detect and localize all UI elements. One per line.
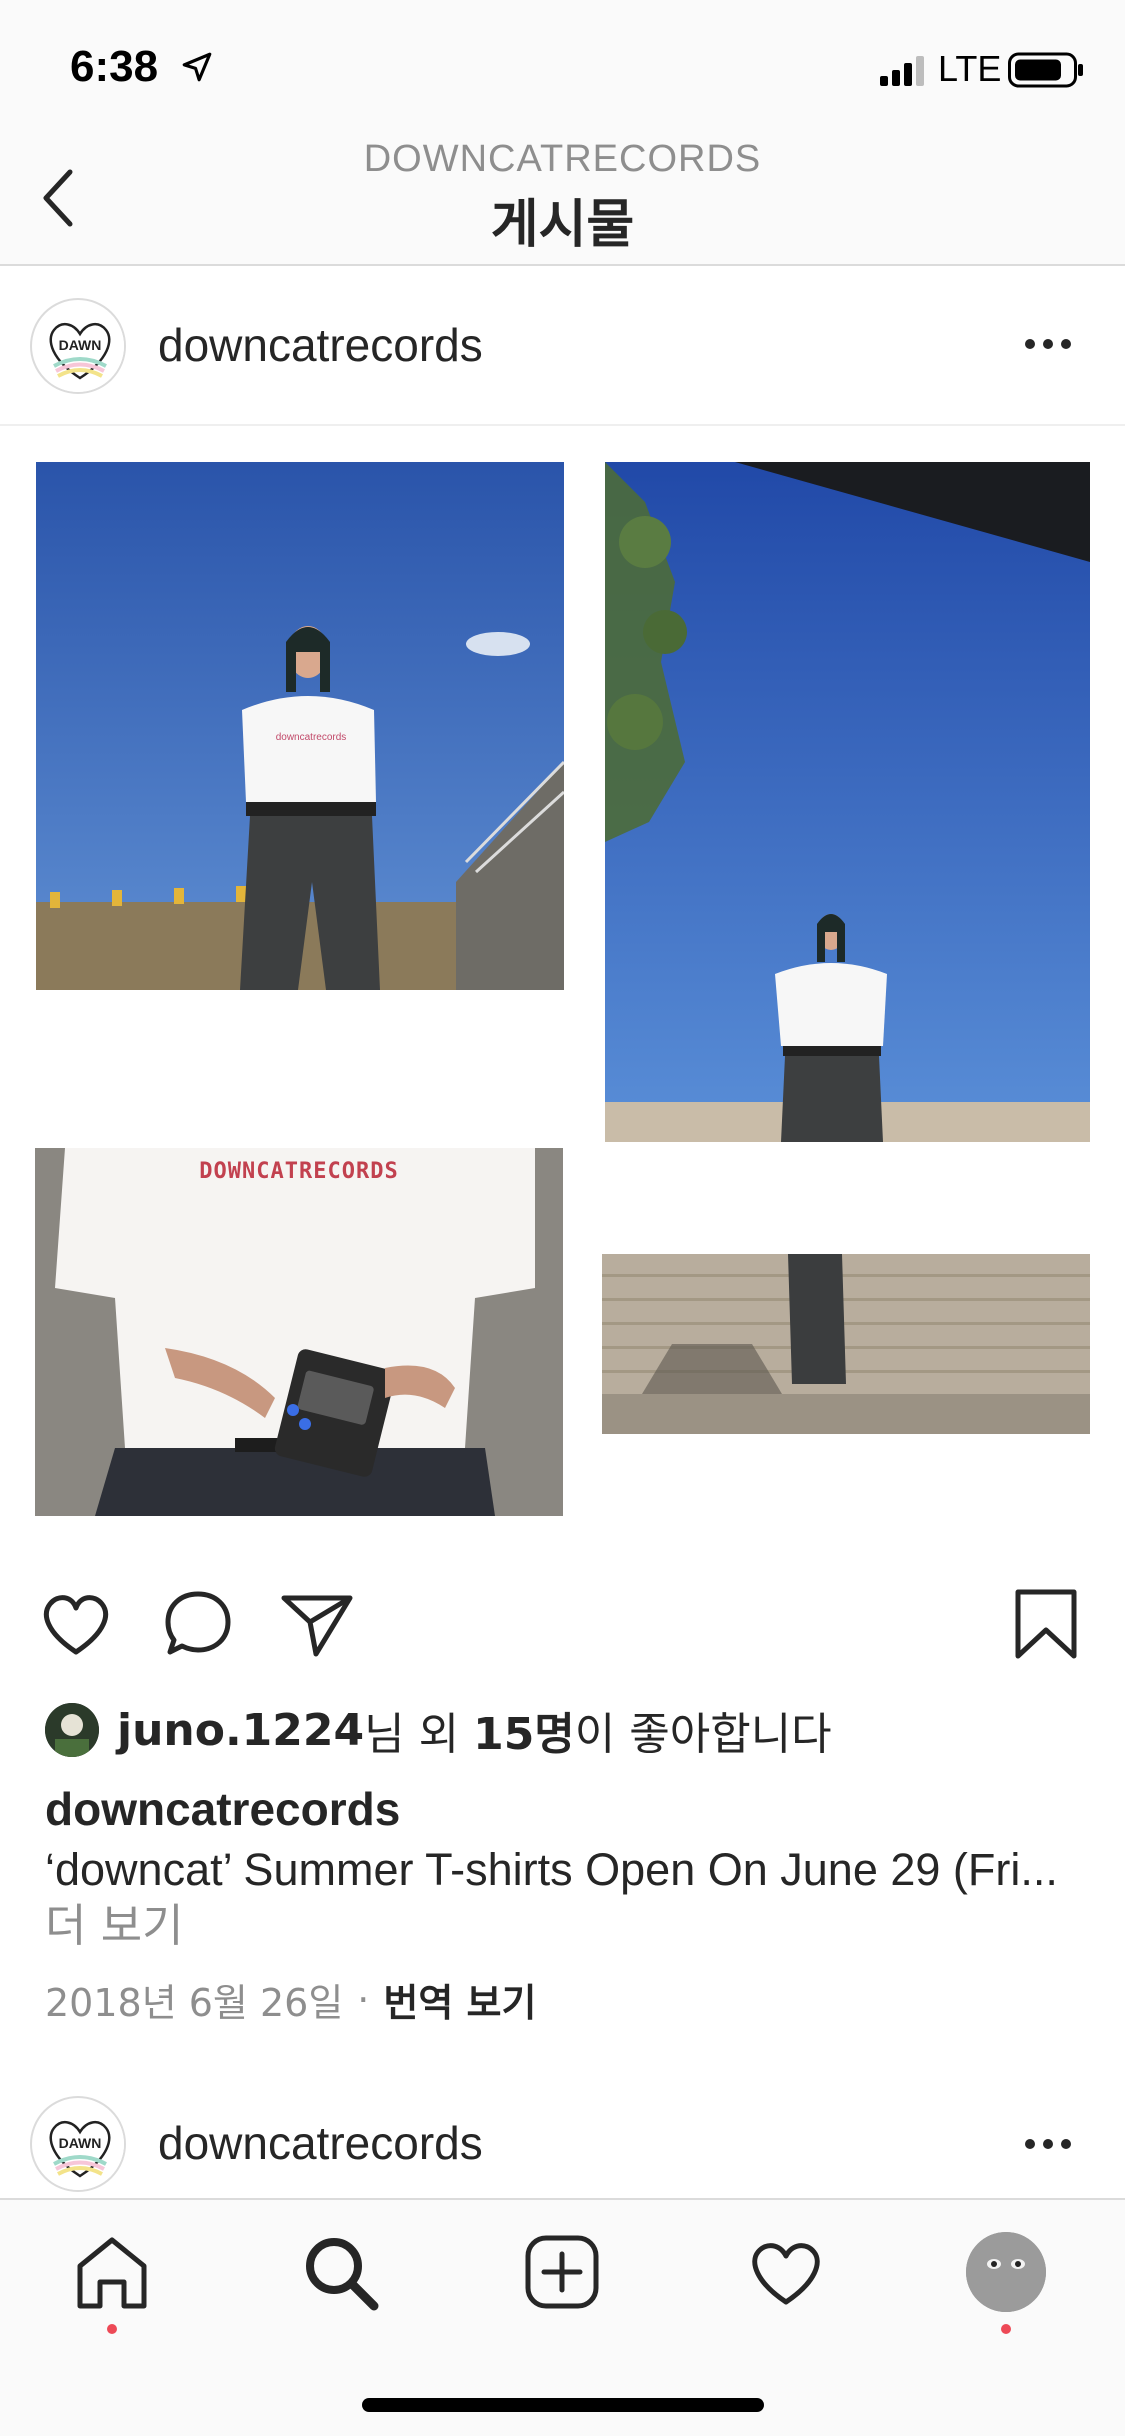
paper-plane-icon[interactable]	[278, 1584, 358, 1664]
caption-username[interactable]: downcatrecords	[45, 1782, 400, 1836]
header-account: DOWNCATRECORDS	[363, 138, 762, 180]
home-icon[interactable]	[70, 2230, 154, 2314]
likes-count[interactable]: 15명	[473, 1698, 575, 1762]
svg-text:downcatrecords: downcatrecords	[276, 732, 347, 743]
likes-summary[interactable]: juno.1224 님 외 15명 이 좋아합니다	[45, 1700, 832, 1760]
translate-link[interactable]: 번역 보기	[383, 1972, 536, 2027]
liker-avatar[interactable]	[45, 1703, 99, 1757]
profile-avatar[interactable]	[966, 2232, 1046, 2312]
photo-legs-on-steps[interactable]	[602, 1254, 1090, 1434]
post-username[interactable]: downcatrecords	[158, 318, 483, 372]
profile-notification-dot	[1001, 2324, 1011, 2334]
page-title: 게시물	[490, 195, 635, 255]
post-image-collage[interactable]: downcatrecords DOWNCATRECORDS	[0, 428, 1125, 1550]
likes-text-2: 이 좋아합니다	[574, 1709, 832, 1760]
more-options-icon[interactable]	[1025, 336, 1085, 356]
home-notification-dot	[107, 2324, 117, 2334]
post-username[interactable]: downcatrecords	[158, 2116, 483, 2170]
caption-body: ‘downcat’ Summer T-shirts Open On June 2…	[45, 1844, 1058, 1895]
likes-text-1: 님 외	[364, 1709, 474, 1760]
heart-icon[interactable]	[36, 1584, 116, 1664]
liker-username[interactable]: juno.1224	[117, 1705, 364, 1756]
post-actions	[0, 1570, 1125, 1680]
signal-icon	[880, 56, 924, 86]
comment-icon[interactable]	[158, 1584, 238, 1664]
search-icon[interactable]	[298, 2230, 382, 2314]
svg-text:DAWN: DAWN	[59, 2135, 102, 2151]
photo-tshirt-closeup[interactable]: DOWNCATRECORDS	[35, 1148, 563, 1516]
status-time: 6:38	[70, 42, 159, 91]
home-indicator	[362, 2398, 764, 2412]
activity-heart-icon[interactable]	[744, 2230, 828, 2314]
more-options-icon[interactable]	[1025, 2136, 1085, 2156]
photo-woman-on-steps[interactable]	[605, 462, 1090, 1142]
photo-woman-under-sky[interactable]: downcatrecords	[36, 462, 564, 990]
location-arrow-icon	[182, 52, 212, 82]
caption-text: ‘downcat’ Summer T-shirts Open On June 2…	[45, 1842, 1085, 1954]
tshirt-print: DOWNCATRECORDS	[199, 1159, 398, 1184]
post-date: 2018년 6월 26일	[45, 1981, 344, 2025]
bookmark-icon[interactable]	[1006, 1584, 1086, 1664]
network-label: LTE	[938, 48, 1002, 89]
new-post-icon[interactable]	[520, 2230, 604, 2314]
post-meta: 2018년 6월 26일 · 번역 보기	[45, 1972, 536, 2027]
caption-more-link[interactable]: 더 보기	[45, 1899, 184, 1952]
avatar[interactable]: DAWN	[30, 298, 126, 394]
meta-separator: ·	[357, 1977, 370, 2022]
post-header: DAWN downcatrecords	[0, 268, 1125, 426]
battery-icon	[1008, 52, 1083, 88]
nav-header: DOWNCATRECORDS 게시물	[0, 132, 1125, 266]
svg-text:DAWN: DAWN	[59, 337, 102, 353]
status-bar: 6:38 LTE	[0, 0, 1125, 132]
next-post-header: DAWN downcatrecords	[0, 2082, 1125, 2198]
avatar[interactable]: DAWN	[30, 2096, 126, 2192]
